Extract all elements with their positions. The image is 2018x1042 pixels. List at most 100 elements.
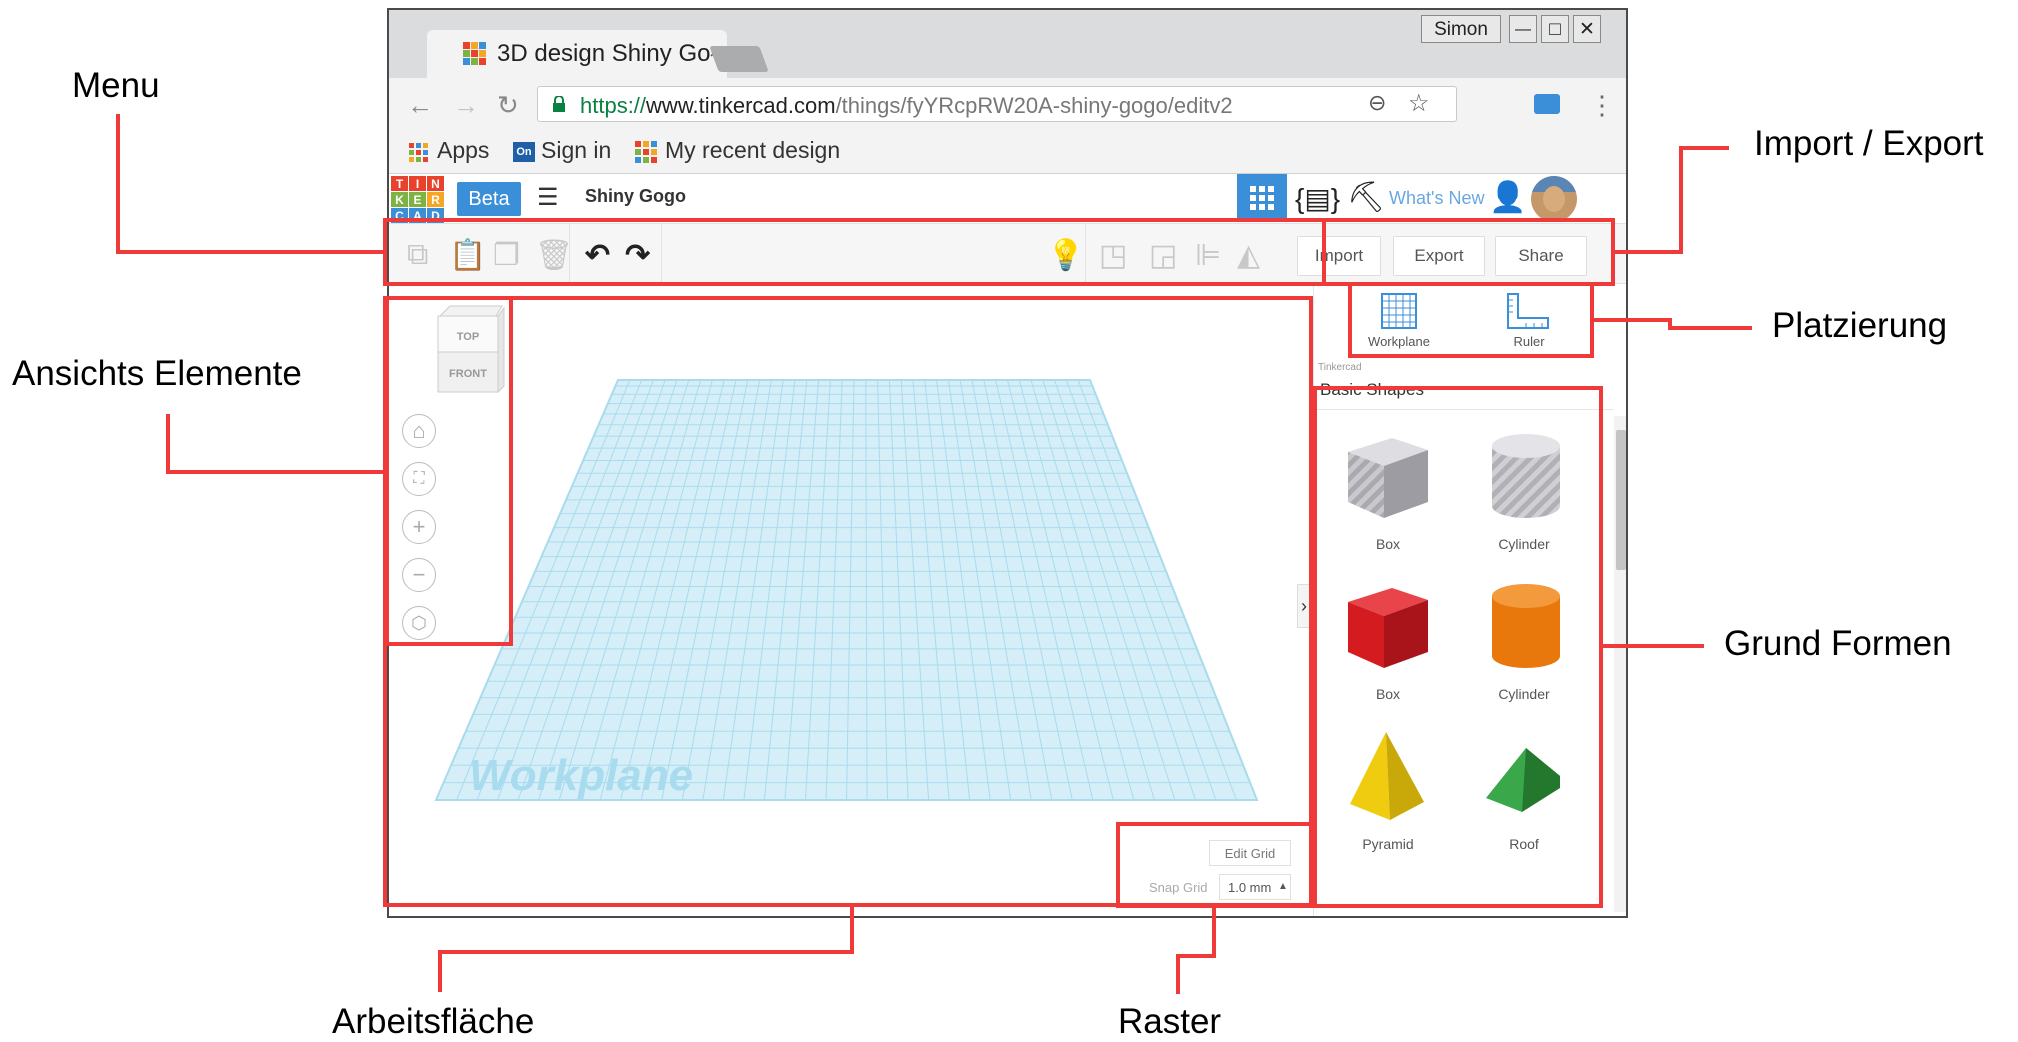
svg-text:N: N	[431, 177, 440, 191]
browser-tab[interactable]: 3D design Shiny Go ×	[427, 30, 727, 78]
star-icon[interactable]: ☆	[1408, 89, 1430, 118]
design-list-icon[interactable]: ☰	[537, 183, 559, 212]
shape-roof-green[interactable]: Roof	[1464, 724, 1584, 864]
lock-icon	[553, 96, 565, 112]
shape-cylinder-grey[interactable]: Cylinder	[1464, 424, 1584, 564]
connector	[850, 906, 854, 954]
snap-grid-select[interactable]: 1.0 mm ▲	[1219, 874, 1291, 900]
perspective-icon[interactable]: ⬡	[402, 606, 436, 640]
ruler-tool-label: Ruler	[1513, 334, 1545, 349]
shape-box-red[interactable]: Box	[1328, 574, 1448, 714]
view-cube[interactable]: TOP FRONT	[434, 302, 506, 398]
connector	[1600, 644, 1704, 648]
delete-icon[interactable]: 🗑	[535, 238, 573, 273]
import-button[interactable]: Import	[1297, 236, 1381, 276]
category-label: Basic Shapes	[1320, 380, 1424, 399]
reload-icon[interactable]: ↻	[497, 90, 519, 121]
svg-text:R: R	[431, 193, 440, 207]
align-icon[interactable]: ⊫	[1195, 238, 1221, 273]
beta-badge[interactable]: Beta	[457, 182, 521, 216]
profile-button[interactable]: Simon	[1421, 15, 1501, 43]
logo-letter: T	[396, 177, 404, 191]
scrollbar-thumb[interactable]	[1616, 430, 1626, 570]
share-button[interactable]: Share	[1495, 236, 1587, 276]
connector	[1679, 146, 1729, 150]
minimize-icon[interactable]: —	[1509, 15, 1537, 43]
group-icon[interactable]: ◳	[1099, 238, 1127, 273]
shape-label: Box	[1375, 686, 1401, 702]
shape-cylinder-orange[interactable]: Cylinder	[1464, 574, 1584, 714]
shape-label: Cylinder	[1498, 686, 1550, 702]
extension-icon[interactable]	[1534, 94, 1560, 114]
collapse-panel-chevron-icon[interactable]: ›	[1297, 584, 1311, 628]
bookmarks-bar: Apps On Sign in My recent design	[389, 130, 1626, 174]
fit-view-icon[interactable]: ⛶	[402, 462, 436, 496]
svg-text:E: E	[413, 193, 421, 207]
chevron-up-icon: ▲	[1278, 881, 1288, 892]
edit-grid-button[interactable]: Edit Grid	[1209, 840, 1291, 866]
category-dropdown[interactable]: Basic Shapes	[1314, 372, 1614, 410]
pickaxe-icon[interactable]: ⛏	[1347, 180, 1385, 215]
home-view-icon[interactable]: ⌂	[402, 414, 436, 448]
maximize-icon[interactable]: □	[1541, 15, 1569, 43]
shapes-scrollbar[interactable]	[1614, 416, 1626, 912]
mirror-icon[interactable]: ◭	[1237, 238, 1260, 273]
bookmark-apps[interactable]: Apps	[437, 137, 489, 164]
connector	[1176, 954, 1180, 994]
add-user-icon[interactable]: 👤	[1489, 180, 1526, 215]
svg-text:D: D	[431, 209, 440, 223]
codeblocks-icon[interactable]: {▤}	[1295, 182, 1340, 215]
avatar[interactable]	[1531, 176, 1577, 222]
close-window-icon[interactable]: ✕	[1573, 15, 1601, 43]
zoom-icon[interactable]: ⊖	[1368, 90, 1386, 116]
tinkercad-header: TIN KER CAD Beta ☰ Shiny Gogo {▤} ⛏ What…	[389, 174, 1626, 224]
workplane-canvas[interactable]: Workplane TOP FRONT ⌂ ⛶ + − ⬡ Edit Grid …	[389, 284, 1313, 918]
divider	[569, 224, 570, 284]
shape-label: Cylinder	[1498, 536, 1550, 552]
omnibox[interactable]: https://www.tinkercad.com/things/fyYRcpR…	[537, 86, 1457, 122]
whats-new-link[interactable]: What's New	[1389, 188, 1484, 209]
workplane-tool[interactable]: Workplane	[1354, 284, 1444, 354]
annotation-ansichts-elemente: Ansichts Elemente	[12, 354, 302, 393]
tinkercad-logo[interactable]: TIN KER CAD	[391, 176, 445, 224]
design-name[interactable]: Shiny Gogo	[585, 186, 686, 207]
duplicate-icon[interactable]: ❐	[493, 238, 520, 273]
annotation-menu: Menu	[72, 66, 160, 105]
export-button[interactable]: Export	[1393, 236, 1485, 276]
connector	[438, 950, 854, 954]
shapes-panel: Workplane Ruler Tinkercad Basic Shapes B…	[1313, 284, 1626, 916]
copy-icon[interactable]: ⧉	[407, 238, 428, 272]
back-icon[interactable]: ←	[407, 90, 433, 121]
browser-window: 3D design Shiny Go × Simon — □ ✕ ← → ↻ h…	[387, 8, 1628, 918]
ruler-tool[interactable]: Ruler	[1484, 284, 1574, 354]
connector	[1668, 326, 1752, 330]
workplane-grid[interactable]: Workplane	[389, 284, 1313, 918]
annotation-arbeitsflaeche: Arbeitsfläche	[332, 1002, 535, 1041]
svg-text:C: C	[395, 209, 404, 223]
zoom-out-icon[interactable]: −	[402, 558, 436, 592]
zoom-in-icon[interactable]: +	[402, 510, 436, 544]
snap-grid-value: 1.0 mm	[1228, 880, 1272, 895]
menu-dots-icon[interactable]: ⋮	[1589, 90, 1615, 121]
tab-title: 3D design Shiny Go	[497, 40, 711, 67]
ungroup-icon[interactable]: ◲	[1149, 238, 1177, 273]
shape-box-grey[interactable]: Box	[1328, 424, 1448, 564]
connector	[1611, 250, 1683, 254]
bookmark-sign-in[interactable]: Sign in	[541, 137, 611, 164]
tinkercad-bookmark-icon	[635, 141, 657, 163]
bookmark-recent-designs[interactable]: My recent design	[665, 137, 840, 164]
address-bar-row: ← → ↻ https://www.tinkercad.com/things/f…	[389, 78, 1626, 130]
undo-icon[interactable]: ↶	[585, 238, 610, 273]
svg-text:A: A	[413, 209, 422, 223]
forward-icon[interactable]: →	[453, 90, 479, 121]
paste-icon[interactable]: 📋	[449, 238, 486, 273]
connector	[1590, 318, 1668, 322]
workplane-icon	[1381, 293, 1417, 329]
grid-view-icon	[1250, 186, 1274, 210]
3d-view-button[interactable]	[1237, 174, 1287, 222]
redo-icon[interactable]: ↷	[625, 238, 650, 273]
lightbulb-icon[interactable]: 💡	[1047, 238, 1084, 273]
connector	[1176, 954, 1216, 958]
shape-pyramid-yellow[interactable]: Pyramid	[1328, 724, 1448, 864]
new-tab-button[interactable]	[709, 46, 769, 72]
